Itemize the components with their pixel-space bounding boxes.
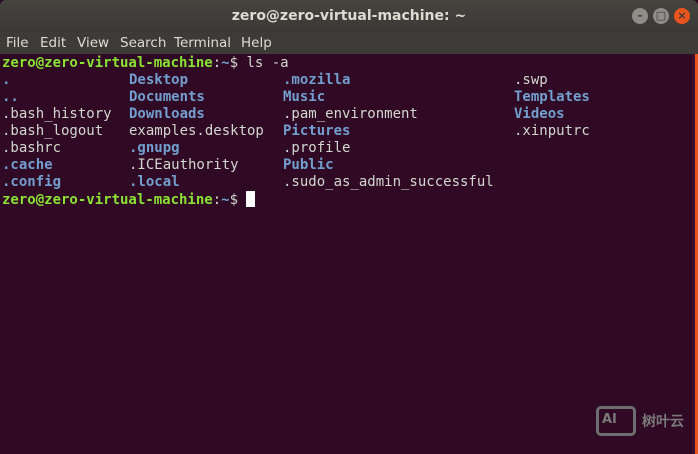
file-entry: .ICEauthority (129, 157, 239, 173)
menu-terminal[interactable]: Terminal (174, 35, 231, 51)
menu-view[interactable]: View (77, 35, 109, 51)
close-button[interactable]: × (674, 8, 690, 24)
file-entry: Desktop (129, 72, 189, 88)
file-entry: .profile (283, 140, 351, 156)
file-entry: .pam_environment (283, 106, 418, 122)
prompt-sep: : (212, 55, 222, 71)
menu-bar: File Edit View Search Terminal Help (0, 32, 698, 54)
file-entry: . (2, 72, 11, 88)
file-entry: .local (129, 174, 180, 190)
watermark-text: 树叶云 (642, 414, 684, 430)
menu-edit[interactable]: Edit (40, 35, 66, 51)
prompt-path: ~ (221, 55, 230, 71)
file-entry: .config (2, 174, 62, 190)
file-entry: Documents (129, 89, 205, 105)
prompt-dollar: $ (229, 55, 247, 71)
file-entry: .bash_logout (2, 123, 104, 139)
file-entry: .sudo_as_admin_successful (283, 174, 494, 190)
command-line: zero@zero-virtual-machine:~$ ls -a (2, 55, 289, 72)
file-entry: .gnupg (129, 140, 180, 156)
file-entry: Videos (514, 106, 565, 122)
file-entry: .bashrc (2, 140, 62, 156)
menu-help[interactable]: Help (241, 35, 272, 51)
prompt-user: zero@zero-virtual-machine (2, 55, 213, 71)
file-entry: Public (283, 157, 334, 173)
file-entry: .cache (2, 157, 53, 173)
menu-search[interactable]: Search (120, 35, 166, 51)
file-entry: .swp (514, 72, 548, 88)
file-entry: examples.desktop (129, 123, 264, 139)
current-prompt-line[interactable]: zero@zero-virtual-machine:~$ (2, 191, 256, 208)
file-entry: Music (283, 89, 326, 105)
prompt-sep: : (212, 192, 222, 208)
window-title: zero@zero-virtual-machine: ~ (231, 8, 467, 24)
text-cursor (246, 191, 256, 207)
file-entry: .mozilla (283, 72, 351, 88)
scrollbar[interactable] (692, 54, 698, 454)
watermark: AI 树叶云 (596, 406, 684, 436)
command-text: ls -a (246, 55, 289, 71)
menu-file[interactable]: File (6, 35, 29, 51)
file-entry: Pictures (283, 123, 351, 139)
maximize-button[interactable]: □ (653, 8, 669, 24)
title-bar: zero@zero-virtual-machine: ~ – □ × (0, 0, 698, 32)
file-entry: .bash_history (2, 106, 112, 122)
prompt-path: ~ (221, 192, 230, 208)
file-entry: Templates (514, 89, 590, 105)
terminal-output[interactable]: zero@zero-virtual-machine:~$ ls -a . Desk… (0, 54, 692, 454)
file-entry: Downloads (129, 106, 205, 122)
prompt-dollar: $ (229, 192, 247, 208)
file-entry: .. (2, 89, 19, 105)
minimize-button[interactable]: – (632, 8, 648, 24)
file-entry: .xinputrc (514, 123, 590, 139)
prompt-user: zero@zero-virtual-machine (2, 192, 213, 208)
watermark-logo: AI (596, 406, 636, 436)
